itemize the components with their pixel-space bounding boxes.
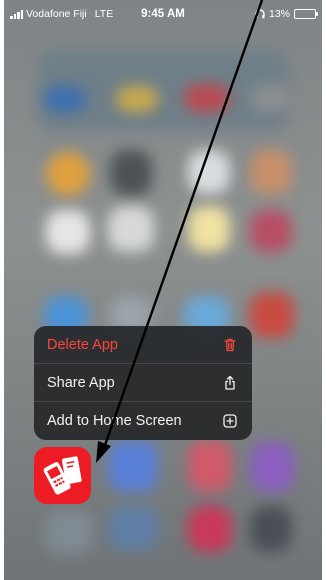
home-screen: Vodafone Fiji LTE 9:45 AM 13% Delete App… [4,0,322,580]
network-type: LTE [94,8,114,20]
signal-strength-icon [10,9,23,19]
share-app-label: Share App [47,374,115,391]
carrier-name: Vodafone Fiji [26,8,87,20]
battery-percent: 13% [268,8,290,20]
add-to-home-screen-menu-item[interactable]: Add to Home Screen [34,402,252,440]
status-bar: Vodafone Fiji LTE 9:45 AM 13% [4,0,322,28]
delete-app-label: Delete App [47,336,118,353]
share-icon [225,375,235,390]
add-to-home-screen-label: Add to Home Screen [47,413,182,429]
app-context-menu: Delete App Share App Add to Home Screen [34,326,252,440]
vodafone-mpaisa-app-icon[interactable] [34,447,91,504]
battery-icon [294,9,318,19]
add-square-icon [223,414,237,428]
trash-icon [224,338,236,351]
delete-app-menu-item[interactable]: Delete App [34,326,252,364]
clock: 9:45 AM [141,8,185,20]
share-app-menu-item[interactable]: Share App [34,364,252,402]
phone-and-cards-icon [43,456,82,495]
headphones-icon [255,9,265,19]
